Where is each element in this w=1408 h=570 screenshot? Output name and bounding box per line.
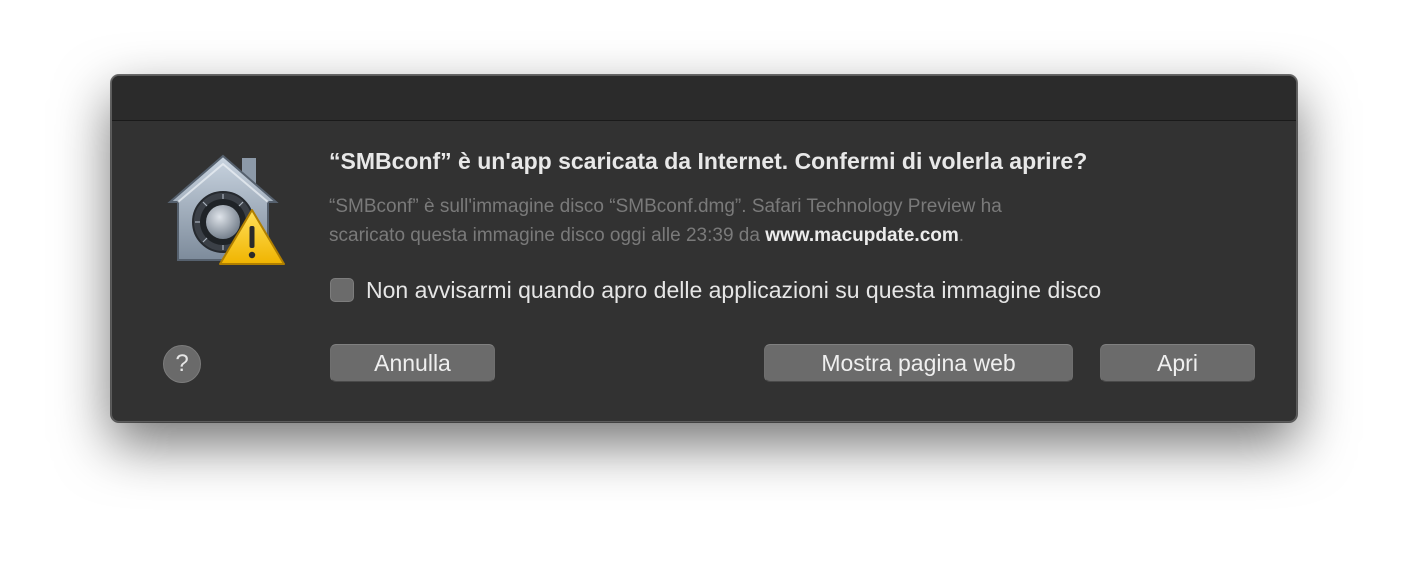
- security-alert-dialog: “SMBconf” è un'app scaricata da Internet…: [111, 75, 1297, 422]
- download-host: www.macupdate.com: [765, 225, 959, 246]
- dont-warn-checkbox[interactable]: [330, 278, 354, 302]
- dialog-headline: “SMBconf” è un'app scaricata da Internet…: [329, 148, 1088, 174]
- open-button[interactable]: Apri: [1100, 344, 1255, 382]
- info-line-2-suffix: .: [958, 225, 965, 246]
- dont-warn-checkbox-label[interactable]: Non avvisarmi quando apro delle applicaz…: [366, 277, 1101, 304]
- info-line-1: “SMBconf” è sull'immagine disco “SMBconf…: [329, 196, 1002, 217]
- info-line-2-prefix: scaricato questa immagine disco oggi all…: [329, 225, 766, 246]
- help-button[interactable]: ?: [163, 345, 201, 383]
- info-line-2: scaricato questa immagine disco oggi all…: [329, 221, 1229, 250]
- cancel-button[interactable]: Annulla: [330, 344, 495, 382]
- dialog-info-text: “SMBconf” è sull'immagine disco “SMBconf…: [329, 192, 1229, 250]
- gatekeeper-warning-icon: [164, 152, 288, 268]
- dont-warn-checkbox-row[interactable]: Non avvisarmi quando apro delle applicaz…: [330, 276, 1101, 304]
- dialog-titlebar: [112, 76, 1296, 121]
- show-web-page-button[interactable]: Mostra pagina web: [764, 344, 1073, 382]
